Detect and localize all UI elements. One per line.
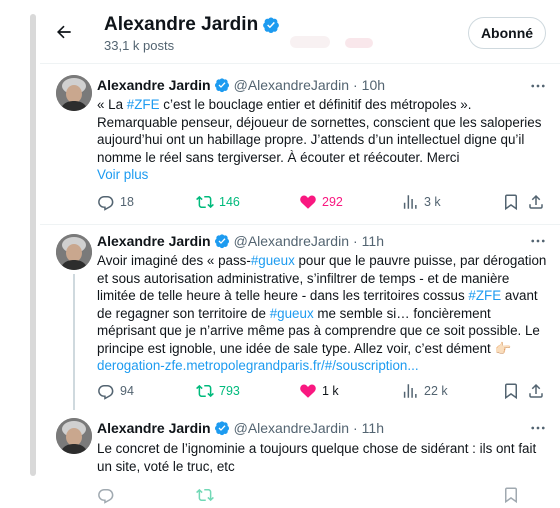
retweet-icon bbox=[196, 384, 214, 398]
tweet-text: Avoir imaginé des « pass-#gueux pour que… bbox=[97, 252, 549, 375]
verified-badge-icon bbox=[214, 420, 230, 436]
more-options-button[interactable] bbox=[526, 418, 550, 438]
profile-photo bbox=[56, 75, 92, 111]
verified-badge-icon bbox=[263, 17, 280, 34]
more-options-button[interactable] bbox=[526, 231, 550, 251]
bookmark-button[interactable] bbox=[502, 193, 520, 211]
like-count: 1 k bbox=[322, 384, 339, 398]
heart-filled-icon bbox=[300, 195, 316, 209]
author-handle[interactable]: @AlexandreJardin bbox=[234, 77, 349, 93]
reply-count: 94 bbox=[120, 384, 134, 398]
tweet-text: « La #ZFE c’est le bouclage entier et dé… bbox=[97, 96, 549, 184]
tweet[interactable]: Alexandre Jardin @AlexandreJardin · 10h … bbox=[40, 65, 560, 225]
hashtag-link[interactable]: #gueux bbox=[270, 306, 314, 321]
timestamp[interactable]: 11h bbox=[362, 420, 384, 436]
retweet-count: 146 bbox=[219, 195, 240, 209]
back-button[interactable] bbox=[50, 18, 78, 46]
profile-timeline: Alexandre Jardin 33,1 k posts Abonné Ale… bbox=[40, 0, 560, 508]
retweet-button[interactable]: 793 bbox=[196, 382, 240, 400]
hashtag-link[interactable]: #ZFE bbox=[127, 97, 160, 112]
reply-button[interactable]: 94 bbox=[97, 382, 134, 400]
verified-badge-icon bbox=[214, 77, 230, 93]
bookmark-icon bbox=[505, 194, 517, 211]
tweet-header: Alexandre Jardin @AlexandreJardin · 10h bbox=[97, 77, 385, 93]
reply-count: 18 bbox=[120, 195, 134, 209]
hashtag-link[interactable]: #gueux bbox=[251, 253, 295, 268]
bookmark-button[interactable] bbox=[502, 486, 520, 504]
bookmark-button[interactable] bbox=[502, 382, 520, 400]
more-horizontal-icon bbox=[531, 239, 545, 243]
like-count: 292 bbox=[322, 195, 343, 209]
separator: · bbox=[353, 420, 358, 436]
like-button[interactable]: 292 bbox=[299, 193, 343, 211]
more-horizontal-icon bbox=[531, 84, 545, 88]
arrow-left-icon bbox=[57, 25, 71, 39]
reply-button[interactable] bbox=[97, 486, 115, 504]
tweet[interactable]: Alexandre Jardin @AlexandreJardin · 11h … bbox=[40, 410, 560, 508]
bar-chart-icon bbox=[403, 195, 417, 209]
avatar[interactable] bbox=[56, 75, 92, 111]
retweet-icon bbox=[196, 488, 214, 502]
reply-icon bbox=[98, 489, 114, 504]
share-icon bbox=[529, 194, 543, 209]
author-name[interactable]: Alexandre Jardin bbox=[97, 233, 211, 249]
timestamp[interactable]: 11h bbox=[362, 233, 384, 249]
profile-name-row: Alexandre Jardin bbox=[104, 14, 280, 36]
author-name[interactable]: Alexandre Jardin bbox=[97, 77, 211, 93]
reply-button[interactable]: 18 bbox=[97, 193, 134, 211]
profile-name: Alexandre Jardin bbox=[104, 14, 259, 35]
tweet-actions: 18 146 292 3 k bbox=[97, 193, 543, 213]
retweet-button[interactable]: 146 bbox=[196, 193, 240, 211]
tweet-actions-partial bbox=[97, 486, 537, 506]
author-name[interactable]: Alexandre Jardin bbox=[97, 420, 211, 436]
show-more-link[interactable]: Voir plus bbox=[97, 167, 148, 182]
retweet-button[interactable] bbox=[196, 486, 214, 504]
share-icon bbox=[529, 383, 543, 398]
author-handle[interactable]: @AlexandreJardin bbox=[234, 420, 349, 436]
author-handle[interactable]: @AlexandreJardin bbox=[234, 233, 349, 249]
profile-header: Alexandre Jardin 33,1 k posts Abonné bbox=[40, 0, 560, 64]
text-segment: Avoir imaginé des « pass- bbox=[97, 253, 251, 268]
verified-badge-icon bbox=[214, 233, 230, 249]
tweet-actions: 94 793 1 k 22 k bbox=[97, 382, 543, 402]
retweet-icon bbox=[196, 195, 214, 209]
timestamp[interactable]: 10h bbox=[362, 77, 385, 93]
share-button[interactable] bbox=[527, 193, 545, 211]
bookmark-icon bbox=[505, 383, 517, 400]
reply-icon bbox=[98, 385, 114, 400]
profile-photo bbox=[56, 234, 92, 270]
blurred-decoration bbox=[345, 38, 373, 48]
separator: · bbox=[353, 77, 358, 93]
blurred-decoration bbox=[290, 36, 330, 48]
more-horizontal-icon bbox=[531, 426, 545, 430]
views-button[interactable]: 3 k bbox=[401, 193, 441, 211]
views-button[interactable]: 22 k bbox=[401, 382, 448, 400]
external-link[interactable]: derogation-zfe.metropolegrandparis.fr/#/… bbox=[97, 358, 419, 373]
bookmark-icon bbox=[505, 487, 517, 504]
window-scrollbar[interactable] bbox=[30, 14, 36, 476]
tweet-header: Alexandre Jardin @AlexandreJardin · 11h bbox=[97, 233, 384, 249]
retweet-count: 793 bbox=[219, 384, 240, 398]
hashtag-link[interactable]: #ZFE bbox=[468, 288, 501, 303]
bar-chart-icon bbox=[403, 384, 417, 398]
tweet-text: Le concret de l’ignominie a toujours que… bbox=[97, 441, 537, 474]
text-segment: « La bbox=[97, 97, 127, 112]
profile-photo bbox=[56, 418, 92, 454]
heart-filled-icon bbox=[300, 384, 316, 398]
avatar[interactable] bbox=[56, 234, 92, 270]
post-count: 33,1 k posts bbox=[104, 38, 175, 53]
like-button[interactable]: 1 k bbox=[299, 382, 339, 400]
more-options-button[interactable] bbox=[526, 76, 550, 96]
reply-icon bbox=[98, 196, 114, 211]
tweet[interactable]: Alexandre Jardin @AlexandreJardin · 11h … bbox=[40, 226, 560, 410]
text-segment: c’est le bouclage entier et définitif de… bbox=[97, 97, 542, 165]
thread-connector bbox=[73, 274, 75, 410]
view-count: 22 k bbox=[424, 384, 448, 398]
view-count: 3 k bbox=[424, 195, 441, 209]
tweet-header: Alexandre Jardin @AlexandreJardin · 11h bbox=[97, 420, 384, 436]
avatar[interactable] bbox=[56, 418, 92, 454]
share-button[interactable] bbox=[527, 382, 545, 400]
separator: · bbox=[353, 233, 358, 249]
following-button[interactable]: Abonné bbox=[468, 17, 546, 49]
